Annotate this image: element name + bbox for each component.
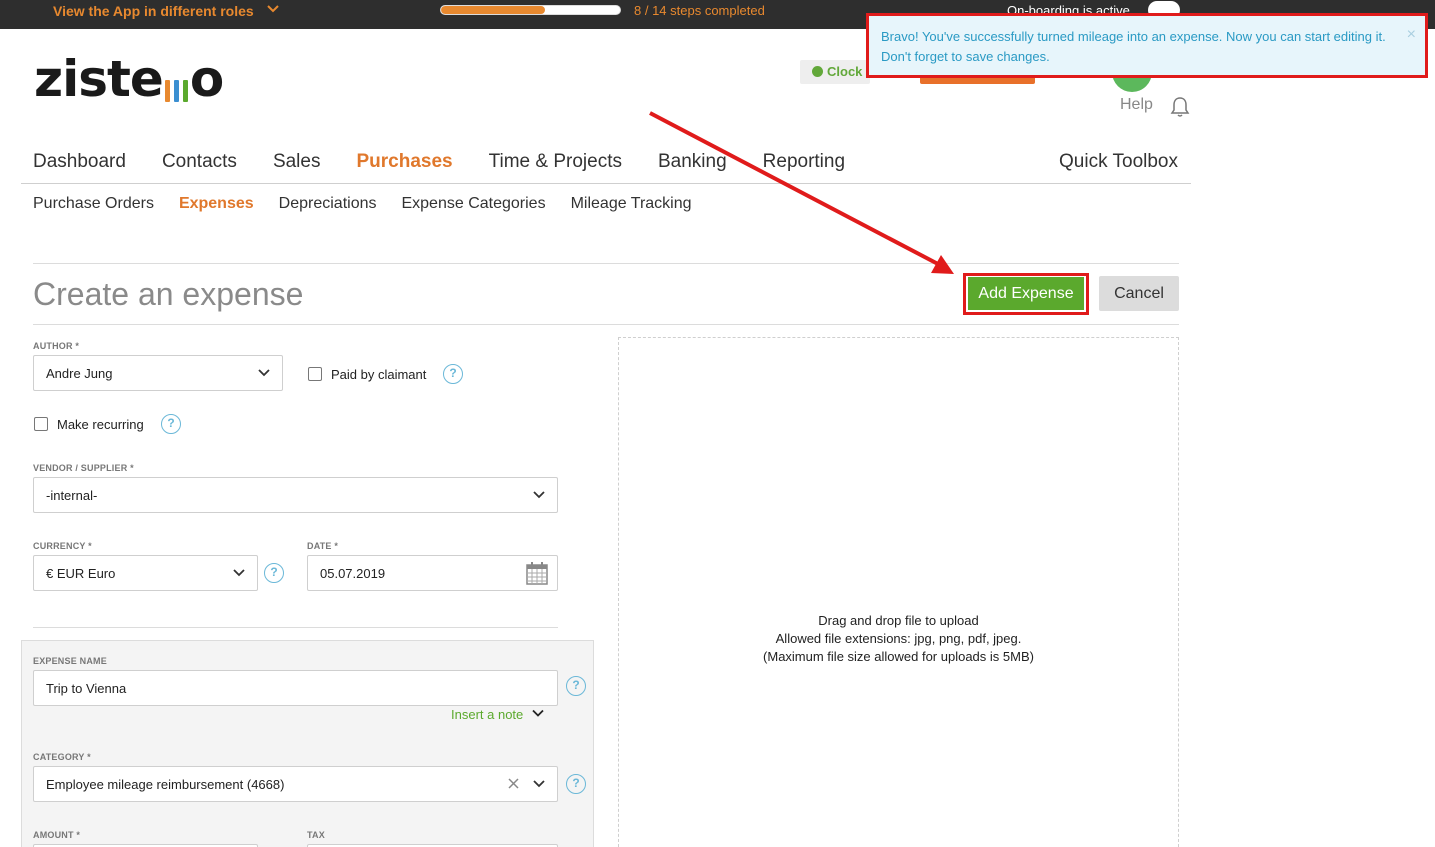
calendar-icon[interactable] <box>526 561 548 585</box>
make-recurring-checkbox[interactable] <box>34 417 48 431</box>
tax-label: TAX <box>307 830 325 840</box>
date-label: DATE * <box>307 541 339 551</box>
make-recurring-label: Make recurring <box>57 417 144 432</box>
zistemo-logo[interactable]: ziste o <box>34 50 224 108</box>
currency-value: € EUR Euro <box>46 566 116 581</box>
insert-note-label: Insert a note <box>451 707 524 722</box>
nav-divider <box>21 183 1191 184</box>
expense-name-value: Trip to Vienna <box>46 681 127 696</box>
nav-reporting[interactable]: Reporting <box>763 151 845 173</box>
chevron-down-icon <box>533 491 545 499</box>
currency-label: CURRENCY * <box>33 541 92 551</box>
paid-by-claimant-checkbox[interactable] <box>308 367 322 381</box>
paid-by-claimant-label: Paid by claimant <box>331 367 427 382</box>
nav-banking[interactable]: Banking <box>658 151 727 173</box>
sub-navigation: Purchase Orders Expenses Depreciations E… <box>33 195 717 213</box>
title-divider-bottom <box>33 324 1179 325</box>
currency-select[interactable]: € EUR Euro <box>33 555 258 591</box>
subnav-expenses[interactable]: Expenses <box>179 195 254 213</box>
date-value: 05.07.2019 <box>320 566 386 581</box>
progress-fill <box>441 6 545 14</box>
toast-message: Bravo! You've successfully turned mileag… <box>881 29 1386 64</box>
nav-time-projects[interactable]: Time & Projects <box>489 151 622 173</box>
logo-bar <box>173 80 179 102</box>
chevron-down-icon[interactable] <box>266 2 280 16</box>
logo-text-end: o <box>189 50 224 108</box>
expense-name-input[interactable]: Trip to Vienna <box>33 670 558 706</box>
expense-name-label: EXPENSE NAME <box>33 656 107 666</box>
help-icon[interactable]: ? <box>566 774 586 794</box>
nav-dashboard[interactable]: Dashboard <box>33 151 126 173</box>
author-value: Andre Jung <box>46 366 113 381</box>
bell-icon[interactable] <box>1170 96 1190 118</box>
clock-button[interactable]: Clock <box>800 60 870 84</box>
logo-bar <box>164 80 170 102</box>
vendor-select[interactable]: -internal- <box>33 477 558 513</box>
dropzone-line: (Maximum file size allowed for uploads i… <box>763 649 1034 664</box>
category-label: CATEGORY * <box>33 752 91 762</box>
main-navigation: Dashboard Contacts Sales Purchases Time … <box>33 151 881 173</box>
nav-sales[interactable]: Sales <box>273 151 321 173</box>
onboarding-progress-bar <box>440 5 621 15</box>
logo-bar <box>182 80 188 102</box>
clear-icon[interactable] <box>508 778 519 789</box>
success-toast: Bravo! You've successfully turned mileag… <box>866 13 1428 78</box>
subnav-purchase-orders[interactable]: Purchase Orders <box>33 195 154 213</box>
steps-completed: 8 / 14 steps completed <box>634 3 765 18</box>
help-link[interactable]: Help <box>1120 96 1153 114</box>
form-divider <box>33 627 558 628</box>
dropzone-instructions: Drag and drop file to upload Allowed fil… <box>619 612 1178 666</box>
subnav-mileage-tracking[interactable]: Mileage Tracking <box>571 195 692 213</box>
help-icon[interactable]: ? <box>443 364 463 384</box>
dropzone-line: Drag and drop file to upload <box>818 613 979 628</box>
logo-bars <box>164 80 188 102</box>
nav-purchases[interactable]: Purchases <box>356 151 452 173</box>
help-icon[interactable]: ? <box>161 414 181 434</box>
vendor-label: VENDOR / SUPPLIER * <box>33 463 134 473</box>
author-select[interactable]: Andre Jung <box>33 355 283 391</box>
logo-text-start: ziste <box>34 50 164 108</box>
cancel-button[interactable]: Cancel <box>1099 276 1179 311</box>
nav-contacts[interactable]: Contacts <box>162 151 237 173</box>
subnav-expense-categories[interactable]: Expense Categories <box>401 195 545 213</box>
chevron-down-icon <box>258 369 270 377</box>
quick-toolbox-link[interactable]: Quick Toolbox <box>1059 151 1178 173</box>
file-dropzone[interactable]: Drag and drop file to upload Allowed fil… <box>618 337 1179 847</box>
clock-status-icon <box>812 66 823 77</box>
chevron-down-icon <box>533 780 545 788</box>
help-icon[interactable]: ? <box>264 563 284 583</box>
chevron-down-icon <box>233 569 245 577</box>
category-select[interactable]: Employee mileage reimbursement (4668) <box>33 766 558 802</box>
vendor-value: -internal- <box>46 488 98 503</box>
date-input[interactable]: 05.07.2019 <box>307 555 558 591</box>
author-label: AUTHOR * <box>33 341 80 351</box>
close-icon[interactable]: × <box>1407 26 1416 44</box>
subnav-depreciations[interactable]: Depreciations <box>279 195 377 213</box>
chevron-down-icon[interactable] <box>532 709 544 718</box>
dropzone-line: Allowed file extensions: jpg, png, pdf, … <box>775 631 1022 646</box>
view-roles-link[interactable]: View the App in different roles <box>53 3 254 19</box>
insert-note-link[interactable]: Insert a note <box>451 707 523 722</box>
page-title: Create an expense <box>33 276 304 312</box>
amount-label: AMOUNT * <box>33 830 81 840</box>
category-value: Employee mileage reimbursement (4668) <box>46 777 285 792</box>
help-icon[interactable]: ? <box>566 676 586 696</box>
title-divider-top <box>33 263 1179 264</box>
clock-label: Clock <box>827 64 863 79</box>
add-expense-button[interactable]: Add Expense <box>968 277 1084 310</box>
